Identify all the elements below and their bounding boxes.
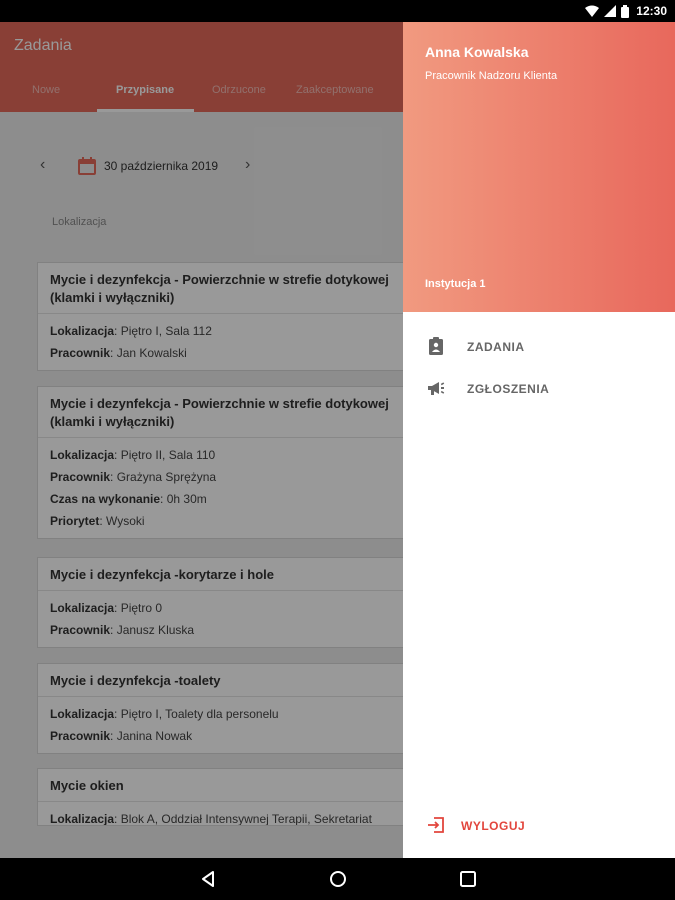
user-role: Pracownik Nadzoru Klienta bbox=[425, 70, 558, 82]
battery-icon bbox=[621, 4, 630, 18]
menu-label: ZADANIA bbox=[467, 340, 525, 354]
megaphone-icon bbox=[428, 382, 445, 395]
recents-icon[interactable] bbox=[458, 869, 478, 889]
home-icon[interactable] bbox=[328, 869, 348, 889]
status-time: 12:30 bbox=[636, 4, 667, 18]
assignment-icon bbox=[429, 337, 443, 355]
navigation-drawer: Anna Kowalska Pracownik Nadzoru Klienta … bbox=[403, 22, 675, 858]
institution-label[interactable]: Instytucja 1 bbox=[425, 278, 486, 290]
back-icon[interactable] bbox=[198, 869, 218, 889]
status-icons: 12:30 bbox=[585, 3, 667, 19]
logout-icon bbox=[428, 817, 444, 833]
user-name: Anna Kowalska bbox=[425, 44, 529, 60]
logout-button[interactable]: WYLOGUJ bbox=[403, 804, 675, 844]
logout-label: WYLOGUJ bbox=[461, 819, 526, 833]
wifi-icon bbox=[585, 5, 600, 17]
menu-item-zgloszenia[interactable]: ZGŁOSZENIA bbox=[403, 367, 675, 407]
signal-icon bbox=[604, 5, 617, 17]
drawer-header: Anna Kowalska Pracownik Nadzoru Klienta … bbox=[403, 22, 675, 312]
system-nav-bar bbox=[0, 858, 675, 900]
status-bar: 12:30 bbox=[0, 0, 675, 22]
menu-item-zadania[interactable]: ZADANIA bbox=[403, 325, 675, 365]
menu-label: ZGŁOSZENIA bbox=[467, 382, 550, 396]
